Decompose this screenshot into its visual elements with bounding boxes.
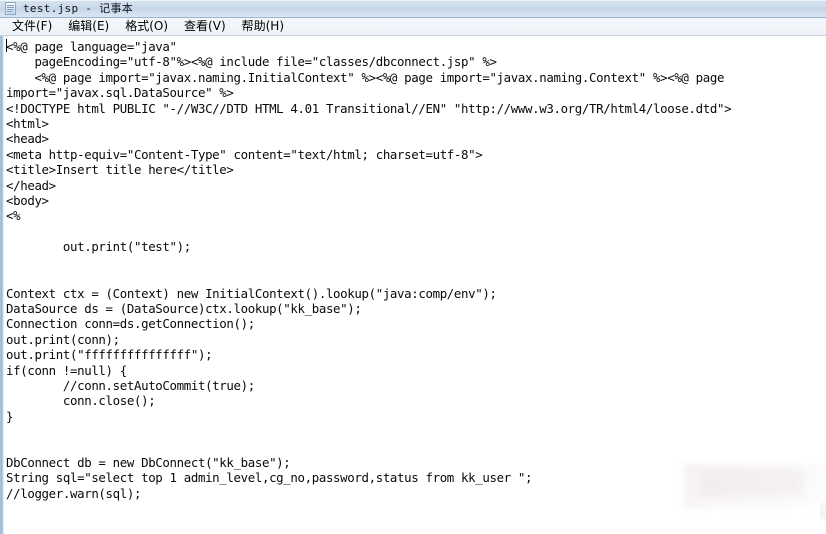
menu-item-view[interactable]: 查看(V) (178, 18, 236, 35)
menu-item-edit[interactable]: 编辑(E) (62, 18, 119, 35)
text-editor-area[interactable]: <%@ page language="java" pageEncoding="u… (6, 37, 826, 534)
menu-item-format[interactable]: 格式(O) (119, 18, 178, 35)
window-titlebar[interactable]: test.jsp - 记事本 (0, 0, 826, 18)
editor-content[interactable]: <%@ page language="java" pageEncoding="u… (6, 39, 732, 534)
menu-item-help[interactable]: 帮助(H) (236, 18, 294, 35)
menu-item-file[interactable]: 文件(F) (6, 18, 62, 35)
window-title: test.jsp - 记事本 (23, 1, 134, 15)
notepad-window: test.jsp - 记事本 文件(F) 编辑(E) 格式(O) 查看(V) 帮… (0, 0, 826, 534)
notepad-document-icon (4, 1, 18, 16)
menu-bar: 文件(F) 编辑(E) 格式(O) 查看(V) 帮助(H) (0, 18, 826, 36)
scrollbar-sliver[interactable] (820, 503, 826, 519)
